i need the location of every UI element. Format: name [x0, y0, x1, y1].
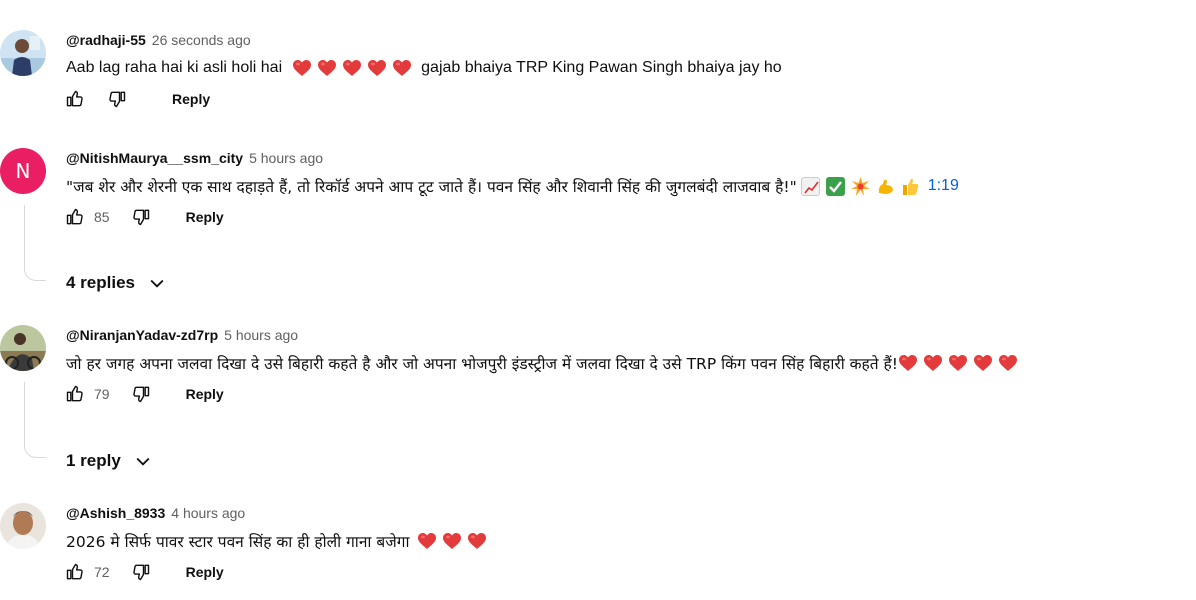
- avatar[interactable]: [0, 30, 46, 76]
- red-heart-emoji-icon: [392, 59, 412, 77]
- comment-author[interactable]: @radhaji-55: [66, 32, 146, 48]
- reply-button[interactable]: Reply: [186, 386, 224, 402]
- thumbs-up-outline-icon: [66, 385, 83, 402]
- avatar[interactable]: N: [0, 148, 46, 194]
- comment-body: Aab lag raha hai ki asli holi hai: [66, 59, 283, 76]
- red-heart-emoji-icon: [367, 59, 387, 77]
- red-heart-emoji-icon: [467, 532, 487, 550]
- comment-timestamp[interactable]: 4 hours ago: [171, 505, 245, 521]
- comment-text: "जब शेर और शेरनी एक साथ दहाड़ते हैं, तो …: [66, 174, 959, 198]
- replies-count-label: 4 replies: [66, 273, 135, 292]
- comment-author[interactable]: @Ashish_8933: [66, 505, 165, 521]
- avatar[interactable]: [0, 325, 46, 371]
- red-heart-emoji-icon: [317, 59, 337, 77]
- thumbs-down-outline-icon: [132, 386, 149, 403]
- comment-author[interactable]: @NitishMaurya__ssm_city: [66, 150, 243, 166]
- thumbs-down-outline-icon: [132, 209, 149, 226]
- thumbs-down-outline-icon: [132, 564, 149, 581]
- thumbs-up-emoji-icon: [901, 177, 920, 196]
- dislike-button[interactable]: [106, 88, 128, 110]
- comment-timestamp[interactable]: 5 hours ago: [224, 327, 298, 343]
- user-photo-avatar: [0, 325, 46, 371]
- thread-connector-line: [24, 382, 46, 458]
- comment-actions: 79 Reply: [64, 381, 224, 407]
- chevron-down-icon: [136, 457, 150, 466]
- comment-body: "जब शेर और शेरनी एक साथ दहाड़ते हैं, तो …: [66, 178, 797, 196]
- comment-text: जो हर जगह अपना जलवा दिखा दे उसे बिहारी क…: [66, 351, 1023, 375]
- comment-text: 2026 मे सिर्फ पावर स्टार पवन सिंह का ही …: [66, 529, 492, 553]
- chart-increasing-emoji-icon: [800, 176, 820, 196]
- red-heart-emoji-icon: [973, 354, 993, 372]
- comment-body-continued: gajab bhaiya TRP King Pawan Singh bhaiya…: [421, 59, 782, 76]
- comment-actions: Reply: [64, 86, 210, 112]
- view-replies-button[interactable]: 1 reply: [66, 450, 153, 472]
- reply-button[interactable]: Reply: [172, 91, 210, 107]
- dislike-button[interactable]: [130, 561, 152, 583]
- user-photo-avatar: [0, 503, 46, 549]
- timestamp-link[interactable]: 1:19: [928, 177, 959, 195]
- comment-actions: 85 Reply: [64, 204, 224, 230]
- red-heart-emoji-icon: [417, 532, 437, 550]
- comment-actions: 72 Reply: [64, 559, 224, 585]
- red-heart-emoji-icon: [898, 354, 918, 372]
- red-heart-emoji-icon: [998, 354, 1018, 372]
- thumbs-up-outline-icon: [66, 208, 83, 225]
- heart-emoji-group: [898, 354, 1023, 372]
- comment-author[interactable]: @NiranjanYadav-zd7rp: [66, 327, 218, 343]
- avatar[interactable]: [0, 503, 46, 549]
- like-button[interactable]: [64, 88, 86, 110]
- red-heart-emoji-icon: [342, 59, 362, 77]
- avatar-letter: N: [15, 159, 31, 183]
- replies-count-label: 1 reply: [66, 451, 121, 470]
- comment-text: Aab lag raha hai ki asli holi hai gajab …: [66, 56, 782, 80]
- reply-button[interactable]: Reply: [186, 209, 224, 225]
- collision-emoji-icon: [850, 176, 870, 196]
- dislike-button[interactable]: [130, 206, 152, 228]
- red-heart-emoji-icon: [923, 354, 943, 372]
- like-button[interactable]: [64, 561, 86, 583]
- like-count: 79: [94, 386, 110, 402]
- like-button[interactable]: [64, 206, 86, 228]
- user-photo-avatar: [0, 30, 46, 76]
- thread-connector-line: [24, 205, 46, 281]
- comment-body: 2026 मे सिर्फ पावर स्टार पवन सिंह का ही …: [66, 533, 410, 551]
- flexed-biceps-emoji-icon: [876, 177, 895, 196]
- red-heart-emoji-icon: [948, 354, 968, 372]
- reply-button[interactable]: Reply: [186, 564, 224, 580]
- like-button[interactable]: [64, 383, 86, 405]
- comment-timestamp[interactable]: 26 seconds ago: [152, 32, 251, 48]
- check-mark-button-emoji-icon: [825, 176, 845, 196]
- red-heart-emoji-icon: [442, 532, 462, 550]
- thumbs-up-outline-icon: [66, 563, 83, 580]
- like-count: 72: [94, 564, 110, 580]
- dislike-button[interactable]: [130, 383, 152, 405]
- like-count: 85: [94, 209, 110, 225]
- thumbs-down-outline-icon: [109, 91, 126, 108]
- red-heart-emoji-icon: [292, 59, 312, 77]
- chevron-down-icon: [150, 279, 164, 288]
- comment-timestamp[interactable]: 5 hours ago: [249, 150, 323, 166]
- heart-emoji-group: [292, 59, 417, 77]
- view-replies-button[interactable]: 4 replies: [66, 272, 167, 294]
- heart-emoji-group: [417, 532, 492, 550]
- thumbs-up-outline-icon: [66, 90, 83, 107]
- comment-body: जो हर जगह अपना जलवा दिखा दे उसे बिहारी क…: [66, 355, 898, 373]
